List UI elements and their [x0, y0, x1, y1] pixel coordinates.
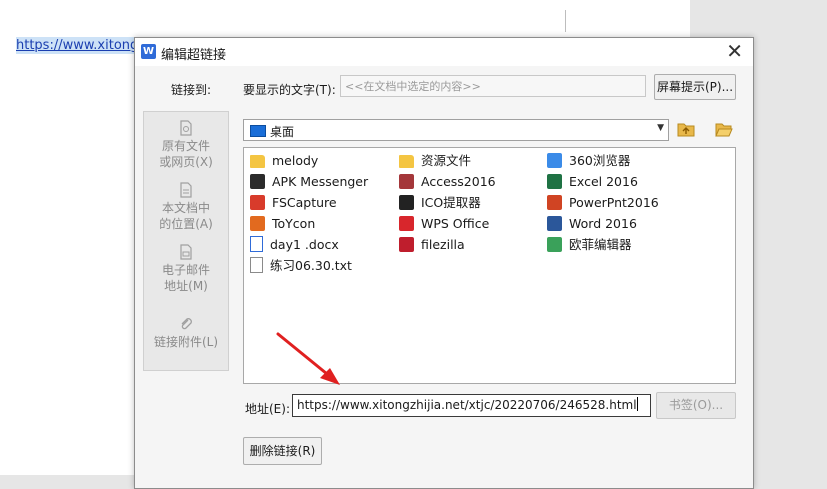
file-item[interactable]: PowerPnt2016 — [547, 193, 659, 213]
file-name: FSCapture — [272, 195, 337, 210]
address-input[interactable]: https://www.xitongzhijia.net/xtjc/202207… — [292, 394, 651, 417]
link-to-label: 链接到: — [171, 83, 212, 97]
fscapture-icon — [250, 195, 265, 210]
bookmark-button[interactable]: 书签(O)... — [656, 392, 736, 419]
file-item[interactable]: day1 .docx — [250, 235, 339, 255]
red-arrow-annotation — [276, 332, 340, 385]
file-item[interactable]: ToYcon — [250, 214, 315, 234]
desktop-icon — [250, 125, 266, 137]
paperclip-icon — [179, 316, 193, 332]
display-text-label: 要显示的文字(T): — [243, 83, 336, 97]
txt-icon — [250, 257, 263, 273]
file-item[interactable]: melody — [250, 151, 318, 171]
file-item[interactable]: WPS Office — [399, 214, 489, 234]
nav-label-line1: 电子邮件 — [161, 263, 210, 277]
file-name: 练习06.30.txt — [270, 258, 352, 273]
file-name: melody — [272, 153, 319, 168]
file-item[interactable]: APK Messenger — [250, 172, 368, 192]
document-place-icon — [179, 182, 193, 198]
location-dropdown[interactable]: 桌面 ▼ — [243, 119, 669, 141]
docx-icon — [250, 236, 263, 252]
file-item[interactable]: FSCapture — [250, 193, 337, 213]
nav-label-line2: 的位置(A) — [159, 217, 213, 231]
excel-icon — [547, 174, 562, 189]
file-item[interactable]: 资源文件 — [399, 151, 471, 171]
file-name: 资源文件 — [421, 153, 472, 168]
file-name: WPS Office — [421, 216, 490, 231]
powerpoint-icon — [547, 195, 562, 210]
text-caret — [636, 397, 638, 411]
file-item[interactable]: ICO提取器 — [399, 193, 481, 213]
dialog-title: 编辑超链接 — [161, 48, 227, 63]
address-value: https://www.xitongzhijia.net/xtjc/202207… — [297, 398, 637, 412]
chevron-down-icon: ▼ — [657, 123, 664, 133]
address-label: 地址(E): — [245, 402, 290, 416]
up-folder-icon[interactable] — [677, 121, 695, 137]
folder-icon — [250, 155, 265, 168]
file-item[interactable]: 练习06.30.txt — [250, 256, 352, 276]
wps-icon — [399, 216, 414, 231]
nav-place-in-document[interactable]: 本文档中 的位置(A) — [144, 182, 228, 232]
nav-existing-file-or-web[interactable]: 原有文件 或网页(X) — [144, 120, 228, 170]
browser-360-icon — [547, 153, 562, 168]
access-icon — [399, 174, 414, 189]
nav-email-address[interactable]: 电子邮件 地址(M) — [144, 244, 228, 294]
screentip-button[interactable]: 屏幕提示(P)... — [654, 74, 736, 100]
file-item[interactable]: Excel 2016 — [547, 172, 638, 192]
remove-link-button[interactable]: 删除链接(R) — [243, 437, 322, 465]
apk-messenger-icon — [250, 174, 265, 189]
nav-label-line1: 本文档中 — [161, 201, 210, 215]
nav-label-line2: 地址(M) — [164, 279, 208, 293]
location-value: 桌面 — [270, 125, 295, 139]
open-folder-icon[interactable] — [715, 121, 733, 137]
wps-writer-icon: W — [141, 44, 156, 59]
file-item[interactable]: Access2016 — [399, 172, 496, 192]
ico-extractor-icon — [399, 195, 414, 210]
editor-icon — [547, 237, 562, 252]
file-item[interactable]: Word 2016 — [547, 214, 637, 234]
word-icon — [547, 216, 562, 231]
file-web-icon — [179, 120, 193, 136]
link-type-panel: 原有文件 或网页(X) 本文档中 的位置(A) 电子邮件 地址(M) 链接附件(… — [143, 111, 229, 371]
file-name: filezilla — [421, 237, 465, 252]
nav-label-line1: 原有文件 — [161, 139, 210, 153]
email-icon — [179, 244, 193, 260]
file-name: APK Messenger — [272, 174, 369, 189]
page-margin-marker — [565, 10, 566, 32]
file-name: 欧菲编辑器 — [569, 237, 632, 252]
display-text-input[interactable]: <<在文档中选定的内容>> — [340, 75, 646, 97]
nav-label-line1: 链接附件(L) — [153, 335, 219, 349]
document-hyperlink[interactable]: https://www.xitongz — [16, 37, 138, 54]
file-name: ToYcon — [272, 216, 316, 231]
nav-label-line2: 或网页(X) — [159, 155, 213, 169]
file-name: 360浏览器 — [569, 153, 631, 168]
dialog-titlebar: W 编辑超链接 ✕ — [135, 38, 753, 66]
file-item[interactable]: filezilla — [399, 235, 465, 255]
close-icon[interactable]: ✕ — [726, 40, 743, 62]
folder-icon — [399, 155, 414, 168]
edit-hyperlink-dialog: W 编辑超链接 ✕ 链接到: 要显示的文字(T): <<在文档中选定的内容>> … — [134, 37, 754, 489]
toycon-icon — [250, 216, 265, 231]
file-item[interactable]: 欧菲编辑器 — [547, 235, 632, 255]
nav-link-attachment[interactable]: 链接附件(L) — [144, 316, 228, 350]
file-name: day1 .docx — [270, 237, 339, 252]
file-name: Word 2016 — [569, 216, 637, 231]
file-name: ICO提取器 — [421, 195, 481, 210]
file-item[interactable]: 360浏览器 — [547, 151, 630, 171]
file-name: Excel 2016 — [569, 174, 638, 189]
filezilla-icon — [399, 237, 414, 252]
file-name: Access2016 — [421, 174, 496, 189]
file-name: PowerPnt2016 — [569, 195, 659, 210]
